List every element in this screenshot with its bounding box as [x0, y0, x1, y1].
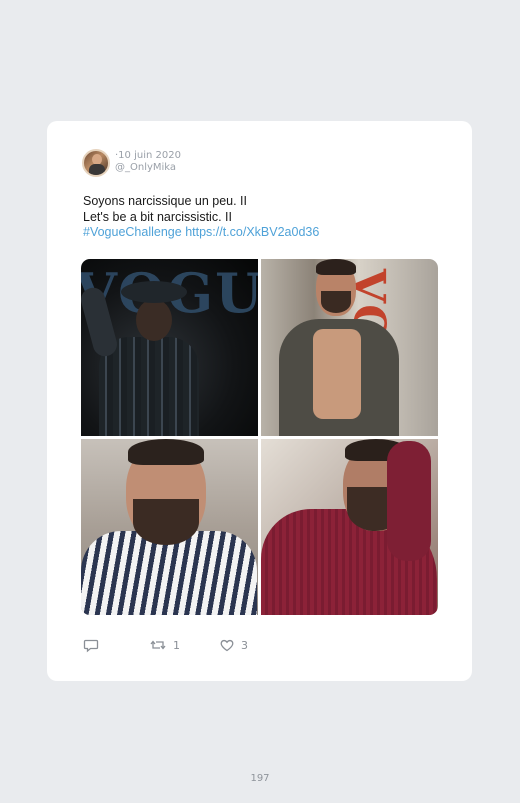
person-beard [321, 291, 351, 313]
photo-2[interactable]: VOGUE [261, 259, 438, 436]
reply-icon [83, 637, 99, 653]
person-head [136, 299, 172, 341]
photo-1[interactable]: VOGUE [81, 259, 258, 436]
person-chest [313, 329, 361, 419]
tweet-text-line-2: Let's be a bit narcissistic. II [83, 209, 232, 224]
avatar-body [89, 164, 105, 175]
photo-4[interactable] [261, 438, 438, 615]
tweet-date[interactable]: ·10 juin 2020 [115, 150, 181, 161]
user-handle[interactable]: @_OnlyMika [115, 162, 176, 173]
tweet-links-line: #VogueChallenge https://t.co/XkBV2a0d36 [83, 225, 453, 241]
avatar[interactable] [82, 149, 110, 177]
photo-3[interactable] [81, 438, 258, 615]
retweet-count: 1 [173, 638, 180, 652]
page-number: 197 [250, 773, 270, 784]
hashtag-link[interactable]: #VogueChallenge [83, 225, 182, 239]
reply-button[interactable] [83, 635, 99, 655]
tweet-actions: 1 3 [83, 635, 383, 655]
like-count: 3 [241, 638, 248, 652]
photo-grid: VOGUE VOGUE [81, 259, 438, 615]
heart-icon [219, 637, 235, 653]
tweet-text: Soyons narcissique un peu. II Let's be a… [83, 194, 453, 241]
retweet-button[interactable]: 1 [149, 635, 180, 655]
url-link[interactable]: https://t.co/XkBV2a0d36 [185, 225, 319, 239]
retweet-icon [149, 637, 167, 653]
hat [121, 281, 187, 303]
person-hair [128, 438, 204, 465]
like-button[interactable]: 3 [219, 635, 248, 655]
person-hair [316, 259, 356, 275]
tweet-card: ·10 juin 2020 @_OnlyMika Soyons narcissi… [47, 121, 472, 681]
person-arm [387, 440, 431, 561]
tweet-text-line-1: Soyons narcissique un peu. II [83, 194, 247, 208]
person-beard [133, 498, 199, 545]
